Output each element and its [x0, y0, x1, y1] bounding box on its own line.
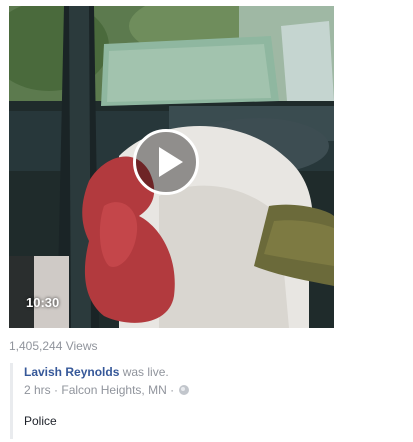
video-duration: 10:30: [26, 295, 60, 310]
post-meta: 2 hrs · Falcon Heights, MN ·: [24, 383, 190, 397]
shared-post: Lavish Reynolds was live. 2 hrs · Falcon…: [10, 363, 343, 439]
author-name-link[interactable]: Lavish Reynolds: [24, 365, 119, 379]
author-line: Lavish Reynolds was live.: [24, 365, 169, 379]
video-post-card: 10:30 1,405,244 Views Lavish Reynolds wa…: [0, 0, 413, 442]
post-text: Police: [24, 414, 57, 428]
author-action: was live.: [122, 365, 169, 379]
play-button[interactable]: [133, 129, 199, 195]
view-count: 1,405,244 Views: [9, 339, 98, 353]
location-link[interactable]: Falcon Heights, MN: [61, 383, 166, 397]
meta-separator: ·: [170, 383, 175, 397]
meta-separator: ·: [54, 383, 59, 397]
globe-icon[interactable]: [179, 385, 190, 395]
timestamp-link[interactable]: 2 hrs: [24, 383, 51, 397]
play-icon: [159, 147, 183, 177]
video-player[interactable]: 10:30: [9, 6, 334, 328]
